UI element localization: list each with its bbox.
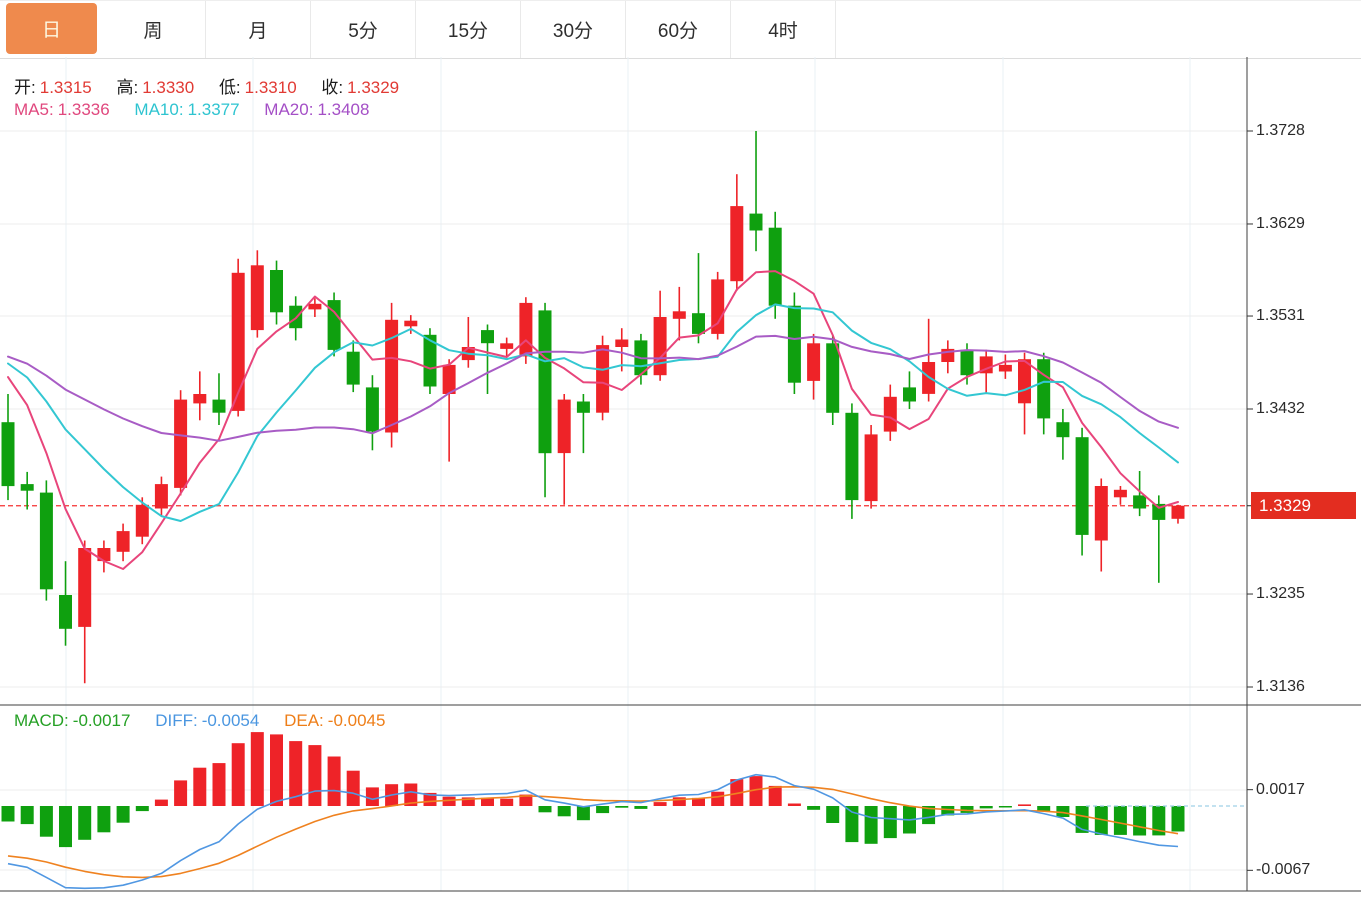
close-label: 收:	[321, 78, 343, 97]
diff-value: -0.0054	[202, 711, 260, 730]
macd-value: -0.0017	[73, 711, 131, 730]
ohlc-header: 开:1.3315 高:1.3330 低:1.3310 收:1.3329	[14, 73, 403, 98]
price-axis-label: 1.3728	[1256, 121, 1356, 141]
high-label: 高:	[116, 78, 138, 97]
ma-header: MA5:1.3336 MA10: 1.3377 MA20:1.3408	[14, 100, 373, 120]
ma20-label: MA20:	[264, 100, 313, 119]
low-value: 1.3310	[245, 78, 297, 97]
price-axis-label: 1.3531	[1256, 306, 1356, 326]
open-value: 1.3315	[40, 78, 92, 97]
macd-header: MACD:-0.0017 DIFF:-0.0054 DEA:-0.0045	[14, 711, 389, 731]
ma20-value: 1.3408	[317, 100, 369, 119]
candlestick-macd-chart	[0, 0, 1361, 900]
dea-label: DEA:	[284, 711, 324, 730]
ma5-label: MA5:	[14, 100, 54, 119]
trading-chart-window: 日 周 月 5分 15分 30分 60分 4时 开:1.3315 高:1.333…	[0, 0, 1361, 900]
dea-value: -0.0045	[328, 711, 386, 730]
macd-axis-label: 0.0017	[1256, 780, 1356, 800]
high-value: 1.3330	[142, 78, 194, 97]
current-price-badge: 1.3329	[1251, 492, 1356, 519]
price-axis-label: 1.3136	[1256, 677, 1356, 697]
price-axis-label: 1.3432	[1256, 399, 1356, 419]
ma10-value: 1.3377	[188, 100, 240, 119]
ma5-value: 1.3336	[58, 100, 110, 119]
low-label: 低:	[219, 78, 241, 97]
macd-axis-label: -0.0067	[1256, 860, 1356, 880]
price-axis-label: 1.3629	[1256, 214, 1356, 234]
price-axis-label: 1.3235	[1256, 584, 1356, 604]
open-label: 开:	[14, 78, 36, 97]
macd-label: MACD:	[14, 711, 69, 730]
ma10-label: MA10:	[134, 100, 183, 119]
diff-label: DIFF:	[155, 711, 198, 730]
close-value: 1.3329	[347, 78, 399, 97]
